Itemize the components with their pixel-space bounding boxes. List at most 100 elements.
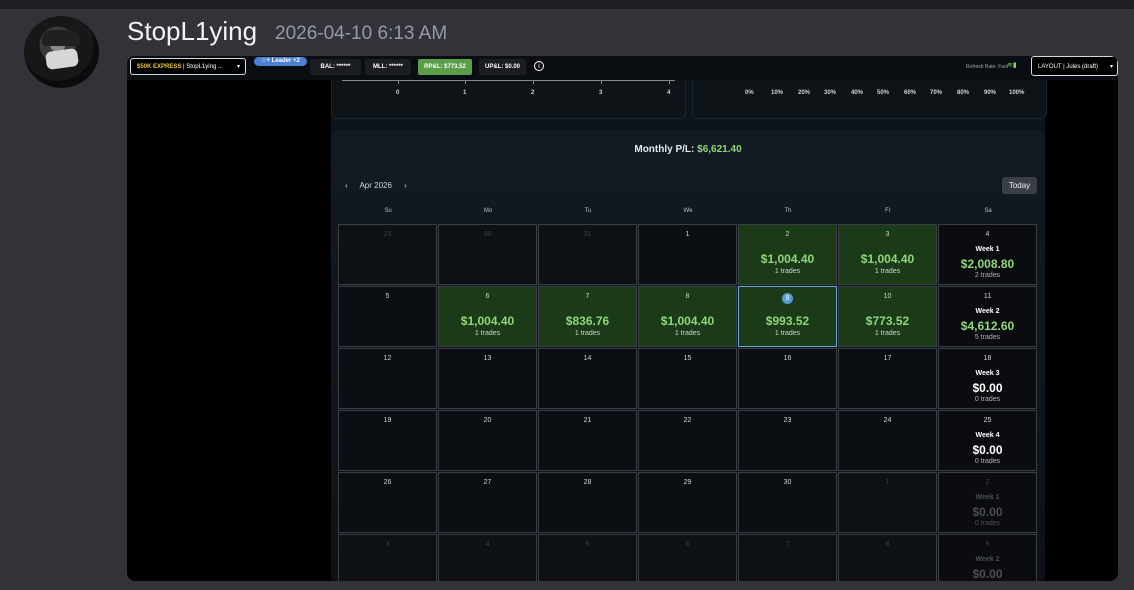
right-tick-label: 70%	[930, 90, 943, 96]
chevron-down-icon: ▾	[1109, 64, 1113, 70]
realized-pnl-pill: RP&L: $773.52	[418, 59, 472, 75]
day-number: 1	[885, 479, 890, 486]
calendar-day-cell[interactable]: 29	[638, 472, 737, 533]
calendar-day-cell[interactable]: 30	[738, 472, 837, 533]
right-tick-label: 30%	[824, 90, 837, 96]
week-pnl-amount: $4,612.60	[960, 319, 1015, 333]
calendar-day-cell[interactable]: 13	[438, 348, 537, 409]
calendar-day-cell[interactable]: 24	[838, 410, 937, 471]
calendar-day-cell[interactable]: 5	[338, 286, 437, 347]
day-number: 16	[783, 355, 792, 362]
calendar-day-cell[interactable]: 3 $1,004.40 1 trades	[838, 224, 937, 285]
calendar-day-cell[interactable]: 31	[538, 224, 637, 285]
day-number: 9	[739, 293, 836, 304]
calendar-day-cell[interactable]: 21	[538, 410, 637, 471]
week-label: Week 1	[975, 246, 1000, 253]
calendar-day-cell[interactable]: 15	[638, 348, 737, 409]
calendar-day-cell[interactable]: 2 $1,004.40 1 trades	[738, 224, 837, 285]
weekday-header: Fr	[885, 208, 891, 214]
refresh-rate: Refresh Rate: Fast	[966, 64, 1008, 70]
week-pnl-amount: $0.00	[972, 443, 1003, 457]
calendar-day-cell[interactable]: 26	[338, 472, 437, 533]
week-label: Week 2	[975, 308, 1000, 315]
calendar-day-cell[interactable]: 30	[438, 224, 537, 285]
next-month-button[interactable]: ›	[404, 181, 407, 190]
calendar-week-summary-cell[interactable]: 9 Week 2 $0.00	[938, 534, 1037, 581]
day-number: 15	[683, 355, 692, 362]
trading-toolbar: $50K EXPRESS | StopL1ying ... ▾ ☆+ Leade…	[127, 56, 1118, 80]
day-trade-count: 1 trades	[474, 330, 501, 337]
calendar-day-cell[interactable]: 7 $836.76 1 trades	[538, 286, 637, 347]
weekday-header: Su	[384, 208, 392, 214]
day-number: 29	[383, 231, 392, 238]
day-trade-count: 1 trades	[874, 330, 901, 337]
calendar-week-summary-cell[interactable]: 11 Week 2 $4,612.60 5 trades	[938, 286, 1037, 347]
week-label: Week 3	[975, 370, 1000, 377]
monthly-pnl-value: $6,621.40	[697, 144, 742, 155]
calendar-day-cell[interactable]: 8	[838, 534, 937, 581]
calendar-day-cell[interactable]: 6	[638, 534, 737, 581]
account-selector[interactable]: $50K EXPRESS | StopL1ying ... ▾	[130, 58, 246, 75]
calendar-day-cell[interactable]: 4	[438, 534, 537, 581]
calendar-week-summary-cell[interactable]: 25 Week 4 $0.00 0 trades	[938, 410, 1037, 471]
day-number: 2	[785, 231, 790, 238]
calendar-day-cell[interactable]: 3	[338, 534, 437, 581]
calendar-week-summary-cell[interactable]: 2 Week 1 $0.00 0 trades	[938, 472, 1037, 533]
calendar-day-cell[interactable]: 5	[538, 534, 637, 581]
day-number: 30	[783, 479, 792, 486]
day-trade-count: 1 trades	[874, 268, 901, 275]
prev-month-button[interactable]: ‹	[345, 181, 348, 190]
calendar-day-cell[interactable]: 8 $1,004.40 1 trades	[638, 286, 737, 347]
calendar-day-cell[interactable]: 6 $1,004.40 1 trades	[438, 286, 537, 347]
calendar-day-cell[interactable]: 29	[338, 224, 437, 285]
user-avatar[interactable]	[24, 16, 99, 88]
calendar-week-summary-cell[interactable]: 4 Week 1 $2,008.80 2 trades	[938, 224, 1037, 285]
calendar-day-cell[interactable]: 1	[838, 472, 937, 533]
calendar-day-cell[interactable]: 17	[838, 348, 937, 409]
day-number: 24	[883, 417, 892, 424]
calendar-day-cell[interactable]: 27	[438, 472, 537, 533]
day-pnl-amount: $1,004.40	[460, 314, 515, 328]
calendar-day-cell[interactable]: 10 $773.52 1 trades	[838, 286, 937, 347]
calendar-day-cell[interactable]: 7	[738, 534, 837, 581]
right-tick-label: 40%	[851, 90, 864, 96]
account-prefix: $50K EXPRESS	[137, 64, 182, 70]
calendar-day-cell[interactable]: 9 $993.52 1 trades	[738, 286, 837, 347]
screenshot-attachment[interactable]: $50K EXPRESS | StopL1ying ... ▾ ☆+ Leade…	[127, 56, 1118, 581]
day-number: 26	[383, 479, 392, 486]
left-tick	[465, 80, 466, 84]
leader-badge[interactable]: ☆+ Leader +2	[254, 57, 307, 66]
right-tick-label: 50%	[877, 90, 890, 96]
day-number: 1	[685, 231, 690, 238]
weekday-header: We	[683, 208, 693, 214]
week-trade-count: 2 trades	[974, 272, 1001, 279]
calendar-week-summary-cell[interactable]: 18 Week 3 $0.00 0 trades	[938, 348, 1037, 409]
left-tick	[398, 80, 399, 84]
dashboard-main: 0 1 2 3 4 0% 10% 20% 30% 40% 50% 60% 70%…	[331, 80, 1047, 581]
weekday-header: Mo	[483, 208, 493, 214]
weekday-header: Th	[784, 208, 792, 214]
left-tick-label: 3	[599, 90, 603, 96]
calendar-day-cell[interactable]: 1	[638, 224, 737, 285]
calendar-day-cell[interactable]: 16	[738, 348, 837, 409]
calendar-day-cell[interactable]: 23	[738, 410, 837, 471]
layout-label: LAYOUT | Jules (draft)	[1038, 64, 1099, 70]
calendar-day-cell[interactable]: 19	[338, 410, 437, 471]
avatar-mask	[44, 47, 80, 71]
calendar-day-cell[interactable]: 20	[438, 410, 537, 471]
layout-selector[interactable]: LAYOUT | Jules (draft) ▾	[1031, 56, 1118, 76]
day-number: 31	[583, 231, 592, 238]
username[interactable]: StopL1ying	[127, 16, 257, 47]
day-number: 6	[485, 293, 490, 300]
calendar-day-cell[interactable]: 28	[538, 472, 637, 533]
left-tick	[533, 80, 534, 84]
calendar-day-cell[interactable]: 14	[538, 348, 637, 409]
info-icon[interactable]: i	[534, 61, 544, 71]
pnl-calendar: Monthly P/L: $6,621.40 ‹ Apr 2026 › Toda…	[331, 131, 1045, 581]
day-number: 28	[583, 479, 592, 486]
calendar-day-cell[interactable]: 12	[338, 348, 437, 409]
today-button[interactable]: Today	[1002, 177, 1037, 194]
day-pnl-amount: $1,004.40	[660, 314, 715, 328]
calendar-day-cell[interactable]: 22	[638, 410, 737, 471]
left-chart-panel: 0 1 2 3 4	[331, 80, 686, 119]
